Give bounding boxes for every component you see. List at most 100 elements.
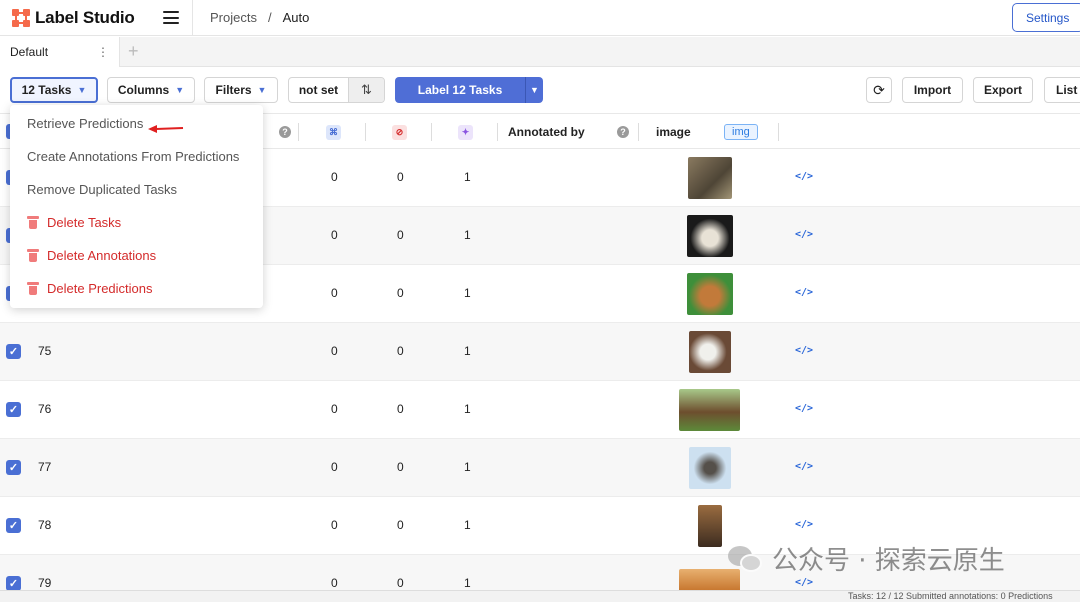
- settings-button[interactable]: Settings: [1012, 3, 1080, 32]
- tasks-actions-button[interactable]: 12 Tasks ▼: [10, 77, 98, 103]
- predictions-value: 1: [464, 460, 471, 474]
- predictions-value: 1: [464, 286, 471, 300]
- task-id: 75: [38, 344, 52, 358]
- chevron-down-icon: ▼: [257, 85, 267, 95]
- table-row[interactable]: ✓ 76 0 0 1 </>: [0, 381, 1080, 439]
- menu-item-delete-annotations[interactable]: Delete Annotations: [27, 245, 156, 265]
- row-checkbox[interactable]: ✓: [6, 576, 21, 591]
- breadcrumb: Projects / Auto: [210, 10, 309, 25]
- tab-menu-icon[interactable]: ⋮: [97, 46, 109, 58]
- tasks-actions-menu: Retrieve Predictions Create Annotations …: [10, 105, 263, 308]
- breadcrumb-projects[interactable]: Projects: [210, 10, 257, 25]
- help-icon: ?: [617, 114, 629, 150]
- wechat-logo-icon: [728, 544, 764, 574]
- predictions-value: 1: [464, 344, 471, 358]
- tabby-cat-thumbnail[interactable]: [688, 157, 732, 199]
- menu-icon[interactable]: [163, 11, 179, 24]
- brown-dog-thumbnail[interactable]: [698, 505, 722, 547]
- red-arrow-annotation-icon: [148, 125, 184, 133]
- status-footer: Tasks: 12 / 12 Submitted annotations: 0 …: [0, 590, 1080, 602]
- filters-button[interactable]: Filters ▼: [204, 77, 278, 103]
- menu-item-delete-tasks[interactable]: Delete Tasks: [27, 212, 121, 232]
- column-divider: [431, 123, 432, 141]
- chevron-down-icon[interactable]: ▼: [526, 85, 543, 95]
- table-row[interactable]: ✓ 77 0 0 1 </>: [0, 439, 1080, 497]
- cancelled-annotations-value: 0: [397, 170, 404, 184]
- cancelled-annotations-value: 0: [397, 344, 404, 358]
- column-divider: [497, 123, 498, 141]
- column-annotated-by[interactable]: Annotated by: [508, 114, 585, 150]
- task-id: 76: [38, 402, 52, 416]
- husky-thumbnail[interactable]: [689, 447, 731, 489]
- cancelled-annotations-value: 0: [397, 576, 404, 590]
- predictions-icon[interactable]: ✦: [458, 114, 473, 150]
- cancelled-annotations-value: 0: [397, 228, 404, 242]
- menu-item-retrieve-predictions[interactable]: Retrieve Predictions: [27, 113, 143, 133]
- code-icon[interactable]: </>: [795, 229, 813, 240]
- total-annotations-value: 0: [331, 170, 338, 184]
- order-select[interactable]: not set: [289, 78, 349, 102]
- menu-item-label: Remove Duplicated Tasks: [27, 181, 178, 197]
- task-id: 78: [38, 518, 52, 532]
- task-id: 77: [38, 460, 52, 474]
- menu-item-label: Delete Annotations: [47, 247, 157, 263]
- total-annotations-value: 0: [331, 518, 338, 532]
- row-checkbox[interactable]: ✓: [6, 518, 21, 533]
- columns-button[interactable]: Columns ▼: [107, 77, 195, 103]
- trash-icon: [27, 215, 39, 229]
- total-annotations-value: 0: [331, 344, 338, 358]
- column-divider: [638, 123, 639, 141]
- cancelled-annotations-value: 0: [397, 460, 404, 474]
- white-black-cat-thumbnail[interactable]: [687, 215, 733, 257]
- table-row[interactable]: ✓ 75 0 0 1 </>: [0, 323, 1080, 381]
- predictions-value: 1: [464, 518, 471, 532]
- code-icon[interactable]: </>: [795, 577, 813, 588]
- add-tab-icon[interactable]: +: [128, 42, 139, 60]
- sort-direction-icon[interactable]: ⇅: [349, 78, 384, 102]
- code-icon[interactable]: </>: [795, 461, 813, 472]
- label-studio-logo-icon: [12, 9, 30, 27]
- app-logo[interactable]: Label Studio: [12, 8, 135, 28]
- menu-item-create-annotations[interactable]: Create Annotations From Predictions: [27, 146, 239, 166]
- label-tasks-label: Label 12 Tasks: [417, 83, 503, 97]
- code-icon[interactable]: </>: [795, 403, 813, 414]
- code-icon[interactable]: </>: [795, 171, 813, 182]
- row-checkbox[interactable]: ✓: [6, 402, 21, 417]
- code-icon[interactable]: </>: [795, 345, 813, 356]
- cancelled-annotations-icon[interactable]: ⊘: [392, 114, 407, 150]
- german-shepherd-thumbnail[interactable]: [679, 389, 740, 431]
- total-annotations-value: 0: [331, 402, 338, 416]
- row-checkbox[interactable]: ✓: [6, 460, 21, 475]
- label-tasks-button[interactable]: Label 12 Tasks ▼: [395, 77, 543, 103]
- menu-item-label: Retrieve Predictions: [27, 115, 144, 131]
- filters-label: Filters: [215, 83, 252, 97]
- total-annotations-value: 0: [331, 460, 338, 474]
- column-divider: [298, 123, 299, 141]
- header-divider: [192, 0, 193, 36]
- order-control: not set ⇅: [288, 77, 385, 103]
- chevron-down-icon: ▼: [175, 85, 185, 95]
- white-dog-thumbnail[interactable]: [689, 331, 731, 373]
- import-button[interactable]: Import: [902, 77, 963, 103]
- column-image[interactable]: image: [656, 114, 691, 150]
- orange-cat-thumbnail[interactable]: [687, 273, 733, 315]
- menu-item-delete-predictions[interactable]: Delete Predictions: [27, 278, 153, 298]
- tab-default[interactable]: Default ⋮: [0, 37, 120, 67]
- row-checkbox[interactable]: ✓: [6, 344, 21, 359]
- export-button[interactable]: Export: [973, 77, 1033, 103]
- list-view-button[interactable]: List: [1044, 77, 1080, 103]
- total-annotations-value: 0: [331, 576, 338, 590]
- code-icon[interactable]: </>: [795, 287, 813, 298]
- predictions-value: 1: [464, 170, 471, 184]
- columns-label: Columns: [117, 83, 170, 97]
- refresh-icon[interactable]: ⟳: [866, 77, 892, 103]
- code-icon[interactable]: </>: [795, 519, 813, 530]
- menu-item-remove-duplicated[interactable]: Remove Duplicated Tasks: [27, 179, 177, 199]
- total-annotations-value: 0: [331, 286, 338, 300]
- trash-icon: [27, 281, 39, 295]
- predictions-value: 1: [464, 576, 471, 590]
- total-annotations-icon[interactable]: ⌘: [326, 114, 341, 150]
- image-type-tag: img: [724, 114, 758, 150]
- cancelled-annotations-value: 0: [397, 286, 404, 300]
- predictions-value: 1: [464, 402, 471, 416]
